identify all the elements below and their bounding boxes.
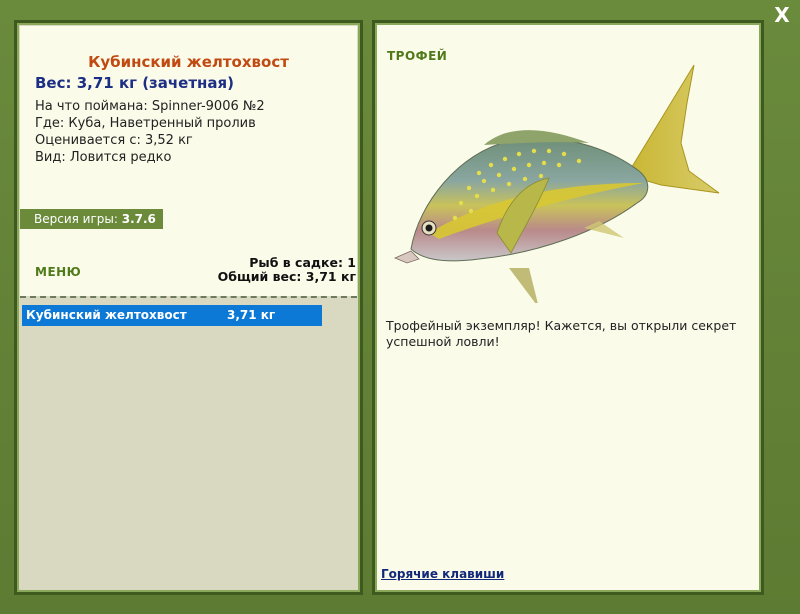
total-weight: Общий вес: 3,71 кг bbox=[217, 269, 356, 284]
version-label: Версия игры: bbox=[34, 212, 118, 226]
detail-location: Где: Куба, Наветренный пролив bbox=[35, 116, 256, 131]
trophy-description: Трофейный экземпляр! Кажется, вы открыли… bbox=[386, 318, 737, 349]
fish-title: Кубинский желтохвост bbox=[88, 53, 289, 71]
fish-in-cage: Рыб в садке: 1 bbox=[249, 255, 356, 270]
yellowtail-fish-image bbox=[393, 64, 720, 303]
close-button[interactable]: X bbox=[771, 4, 793, 26]
cage-stats: Рыб в садке: 1 Общий вес: 3,71 кг bbox=[218, 256, 356, 284]
detail-valued-from: Оценивается с: 3,52 кг bbox=[35, 133, 193, 148]
detail-species-rarity: Вид: Ловится редко bbox=[35, 150, 172, 165]
trophy-panel: ТРОФЕЙ Трофейный экземпляр! Кажется, вы … bbox=[372, 20, 764, 595]
fish-details: На что поймана: Spinner-9006 №2 Где: Куб… bbox=[35, 98, 265, 166]
catch-list-item[interactable]: Кубинский желтохвост 3,71 кг bbox=[22, 305, 322, 326]
catch-item-name: Кубинский желтохвост bbox=[26, 308, 187, 322]
hotkeys-link[interactable]: Горячие клавиши bbox=[381, 567, 504, 581]
catch-item-weight: 3,71 кг bbox=[227, 308, 276, 322]
catch-info-panel: Кубинский желтохвост Вес: 3,71 кг (зачет… bbox=[14, 20, 363, 595]
menu-button[interactable]: МЕНЮ bbox=[35, 265, 81, 279]
detail-caught-with: На что поймана: Spinner-9006 №2 bbox=[35, 99, 265, 114]
game-version-badge: Версия игры: 3.7.6 bbox=[20, 209, 163, 229]
fish-weight: Вес: 3,71 кг (зачетная) bbox=[35, 74, 235, 92]
dashed-divider bbox=[20, 296, 357, 298]
version-value: 3.7.6 bbox=[121, 212, 156, 226]
